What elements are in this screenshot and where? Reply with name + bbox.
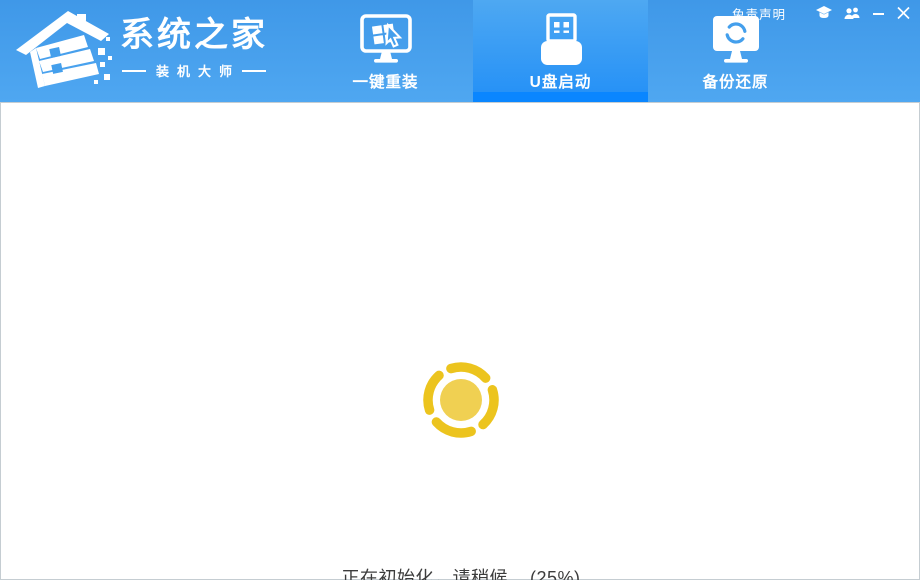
graduation-cap-icon[interactable] bbox=[816, 6, 832, 20]
app-window: 系统之家 装机大师 bbox=[0, 0, 920, 580]
disclaimer-link[interactable]: 免责声明 bbox=[732, 4, 786, 23]
usb-drive-icon bbox=[532, 12, 590, 68]
tab-label: 备份还原 bbox=[702, 70, 768, 92]
monitor-windows-cursor-icon bbox=[357, 12, 415, 68]
house-pixels-icon bbox=[14, 4, 116, 96]
logo-text-block: 系统之家 装机大师 bbox=[120, 18, 268, 80]
main-content: 正在初始化，请稍候... (25%) bbox=[0, 102, 920, 580]
app-logo: 系统之家 装机大师 bbox=[14, 4, 268, 96]
subtitle-left-dash bbox=[122, 70, 146, 72]
tab-label: U盘启动 bbox=[530, 70, 592, 92]
subtitle-right-dash bbox=[242, 70, 266, 72]
minimize-icon[interactable] bbox=[873, 6, 885, 20]
logo-subtitle: 装机大师 bbox=[146, 61, 242, 80]
loading-spinner-icon bbox=[422, 361, 500, 439]
titlebar-controls: 免责声明 bbox=[732, 4, 910, 22]
logo-subtitle-row: 装机大师 bbox=[120, 61, 268, 80]
users-icon[interactable] bbox=[844, 6, 861, 20]
status-text: 正在初始化，请稍候... (25%) bbox=[1, 564, 920, 580]
tab-one-key-reinstall[interactable]: 一键重装 bbox=[298, 0, 473, 102]
close-icon[interactable] bbox=[897, 6, 910, 20]
tab-usb-boot[interactable]: U盘启动 bbox=[473, 0, 648, 102]
tab-label: 一键重装 bbox=[352, 70, 418, 92]
header-bar: 系统之家 装机大师 bbox=[0, 0, 920, 102]
logo-title: 系统之家 bbox=[120, 18, 268, 52]
